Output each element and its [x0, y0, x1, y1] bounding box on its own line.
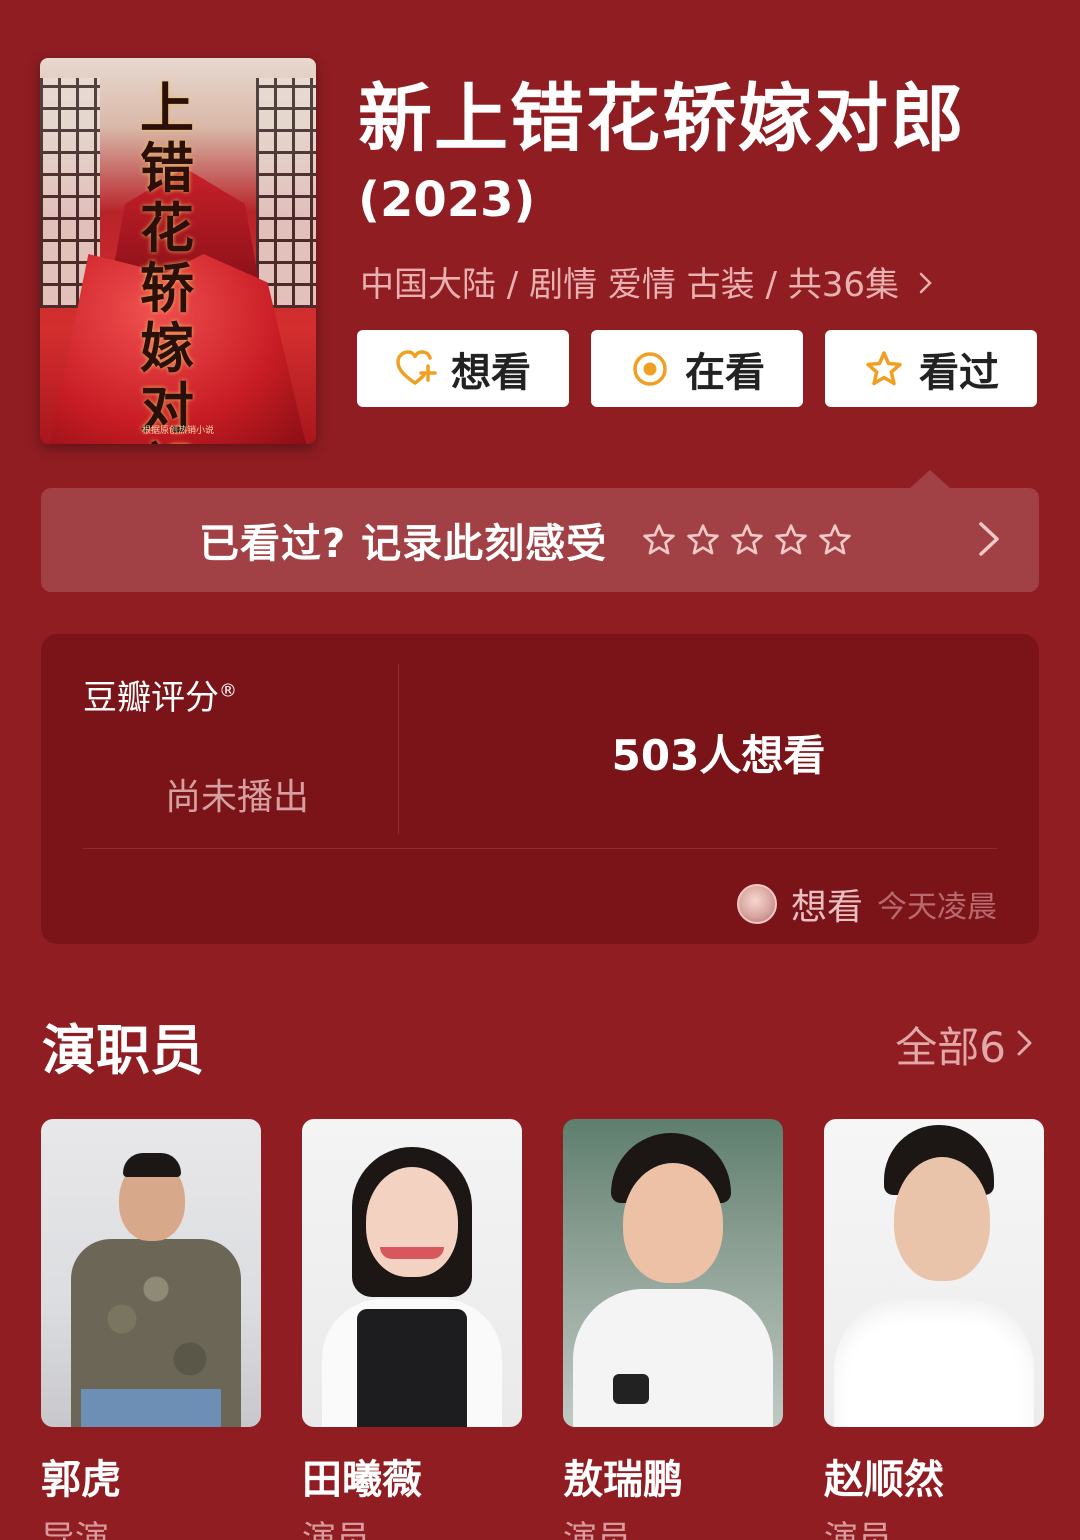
- watched-button-label: 看过: [919, 349, 999, 396]
- star-outline-icon[interactable]: [729, 522, 765, 558]
- cast-member[interactable]: 郭虎 导演: [41, 1119, 261, 1540]
- poster-window-right: [256, 78, 316, 308]
- star-outline-icon[interactable]: [817, 522, 853, 558]
- chevron-right-icon: [977, 516, 1001, 566]
- cast-photo: [563, 1119, 783, 1427]
- movie-year: (2023): [358, 172, 536, 228]
- want-count[interactable]: 503人想看: [398, 722, 1039, 783]
- poster-credit: 根据原创热销小说: [141, 426, 214, 436]
- cast-name: 敖瑞鹏: [563, 1457, 683, 1503]
- poster-calligraphy: 上错花轿嫁对郎: [140, 76, 194, 444]
- cast-name: 田曦薇: [302, 1457, 422, 1503]
- chevron-right-icon: [907, 265, 934, 305]
- movie-meta-text: 中国大陆 / 剧情 爱情 古装 / 共36集: [360, 265, 900, 305]
- cast-photo: [824, 1119, 1044, 1427]
- cast-member[interactable]: 田曦薇 演员: [302, 1119, 522, 1540]
- star-outline-icon: [863, 348, 905, 390]
- watching-button[interactable]: 在看: [591, 330, 803, 407]
- heart-plus-icon: [395, 348, 437, 390]
- watching-button-label: 在看: [685, 349, 765, 396]
- star-outline-icon[interactable]: [641, 522, 677, 558]
- recent-time: 今天凌晨: [877, 890, 997, 925]
- movie-poster[interactable]: 上错花轿嫁对郎 根据原创热销小说: [40, 58, 316, 444]
- want-button[interactable]: 想看: [357, 330, 569, 407]
- record-feeling-bar[interactable]: 已看过? 记录此刻感受: [41, 488, 1039, 592]
- cast-name: 赵顺然: [824, 1457, 944, 1503]
- movie-meta[interactable]: 中国大陆 / 剧情 爱情 古装 / 共36集: [360, 262, 934, 308]
- cast-name: 郭虎: [41, 1457, 121, 1503]
- action-buttons: 想看 在看 看过: [357, 330, 1037, 407]
- movie-title: 新上错花轿嫁对郎: [358, 76, 966, 162]
- cast-role: 演员: [824, 1519, 892, 1540]
- record-prompt: 已看过? 记录此刻感受: [199, 521, 608, 567]
- cast-role: 导演: [41, 1519, 109, 1540]
- recent-action: 想看: [790, 887, 863, 928]
- target-icon: [629, 348, 671, 390]
- avatar: [736, 884, 777, 924]
- divider: [83, 848, 997, 849]
- record-pointer: [910, 470, 950, 488]
- cast-photo: [41, 1119, 261, 1427]
- want-button-label: 想看: [451, 349, 531, 396]
- cast-all-link[interactable]: 全部6: [895, 1014, 1034, 1075]
- cast-list: 郭虎 导演 田曦薇 演员 敖瑞鹏 演员 赵顺然 演员: [41, 1119, 1044, 1540]
- chevron-right-icon: [1016, 1020, 1034, 1069]
- watched-button[interactable]: 看过: [825, 330, 1037, 407]
- rating-status: 尚未播出: [165, 777, 310, 818]
- star-outline-icon[interactable]: [685, 522, 721, 558]
- cast-all-label: 全部6: [895, 1023, 1006, 1072]
- cast-photo: [302, 1119, 522, 1427]
- rating-card: 豆瓣评分® 尚未播出 503人想看 想看 今天凌晨: [41, 634, 1039, 944]
- cast-member[interactable]: 赵顺然 演员: [824, 1119, 1044, 1540]
- cast-heading: 演职员: [42, 1019, 204, 1082]
- recent-activity[interactable]: 想看 今天凌晨: [736, 878, 997, 930]
- douban-rating-label: 豆瓣评分®: [83, 678, 237, 718]
- rating-stars[interactable]: [641, 522, 853, 558]
- cast-role: 演员: [563, 1519, 631, 1540]
- star-outline-icon[interactable]: [773, 522, 809, 558]
- cast-role: 演员: [302, 1519, 370, 1540]
- cast-member[interactable]: 敖瑞鹏 演员: [563, 1119, 783, 1540]
